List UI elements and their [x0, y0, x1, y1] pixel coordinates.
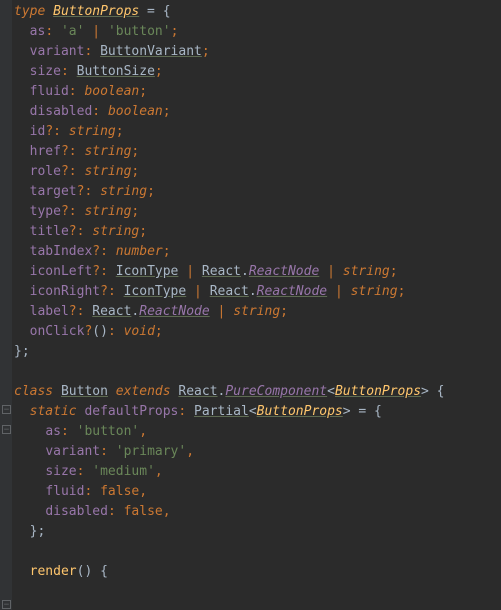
method-name: render — [30, 564, 77, 579]
code-line: variant: 'primary', — [14, 442, 501, 462]
primitive-type: boolean — [108, 104, 163, 119]
code-line: label?: React.ReactNode | string; — [14, 302, 501, 322]
property-name: type — [30, 204, 61, 219]
property-name: role — [30, 164, 61, 179]
code-line: title?: string; — [14, 222, 501, 242]
class-ref: PureComponent — [225, 384, 327, 399]
primitive-type: string — [343, 264, 390, 279]
primitive-type: void — [124, 324, 155, 339]
fold-icon[interactable]: − — [2, 405, 11, 414]
type-ref: IconType — [116, 264, 179, 279]
string-literal: 'a' — [61, 24, 84, 39]
property-name: title — [30, 224, 69, 239]
property-name: label — [30, 304, 69, 319]
primitive-type: string — [351, 284, 398, 299]
code-line: iconLeft?: IconType | React.ReactNode | … — [14, 262, 501, 282]
code-line: static defaultProps: Partial<ButtonProps… — [14, 402, 501, 422]
property-name: disabled — [30, 104, 93, 119]
code-line: role?: string; — [14, 162, 501, 182]
keyword: type — [14, 4, 53, 19]
string-literal: 'button' — [108, 24, 171, 39]
code-line: type ButtonProps = { — [14, 2, 501, 22]
code-line: disabled: boolean; — [14, 102, 501, 122]
property-name: fluid — [45, 484, 84, 499]
primitive-type: boolean — [84, 84, 139, 99]
keyword: class — [14, 384, 61, 399]
code-line: iconRight?: IconType | React.ReactNode |… — [14, 282, 501, 302]
code-editor-content[interactable]: type ButtonProps = { as: 'a' | 'button';… — [14, 2, 501, 582]
namespace-ref: React — [210, 284, 249, 299]
primitive-type: string — [100, 184, 147, 199]
namespace-ref: React — [178, 384, 217, 399]
property-name: iconRight — [30, 284, 100, 299]
primitive-type: string — [92, 224, 139, 239]
code-line: id?: string; — [14, 122, 501, 142]
code-line: size: ButtonSize; — [14, 62, 501, 82]
string-literal: 'button' — [77, 424, 140, 439]
primitive-type: string — [233, 304, 280, 319]
keyword: static — [30, 404, 85, 419]
code-line: size: 'medium', — [14, 462, 501, 482]
keyword: extends — [116, 384, 179, 399]
code-line: render() { — [14, 562, 501, 582]
primitive-type: string — [84, 204, 131, 219]
code-line: class Button extends React.PureComponent… — [14, 382, 501, 402]
property-name: as — [30, 24, 46, 39]
property-name: size — [45, 464, 76, 479]
code-line: fluid: false, — [14, 482, 501, 502]
fold-icon[interactable]: − — [2, 425, 11, 434]
property-name: target — [30, 184, 77, 199]
code-line: variant: ButtonVariant; — [14, 42, 501, 62]
type-ref: IconType — [124, 284, 187, 299]
primitive-type: string — [69, 124, 116, 139]
string-literal: 'primary' — [116, 444, 186, 459]
boolean-literal: false — [124, 504, 163, 519]
type-ref: ReactNode — [257, 284, 327, 299]
primitive-type: number — [116, 244, 163, 259]
property-name: id — [30, 124, 46, 139]
property-name: onClick — [30, 324, 85, 339]
type-ref: ButtonSize — [77, 64, 155, 79]
class-name: Button — [61, 384, 108, 399]
type-ref: ButtonProps — [335, 384, 421, 399]
type-ref: Partial — [194, 404, 249, 419]
property-name: href — [30, 144, 61, 159]
code-line — [14, 362, 501, 382]
code-line: fluid: boolean; — [14, 82, 501, 102]
type-ref: ReactNode — [139, 304, 209, 319]
code-line: onClick?(): void; — [14, 322, 501, 342]
property-name: size — [30, 64, 61, 79]
editor-gutter: − − − — [0, 0, 12, 610]
namespace-ref: React — [202, 264, 241, 279]
type-ref: ReactNode — [249, 264, 319, 279]
type-ref: ButtonProps — [257, 404, 343, 419]
property-name: as — [45, 424, 61, 439]
type-ref: ButtonVariant — [100, 44, 202, 59]
code-line: target?: string; — [14, 182, 501, 202]
property-name: defaultProps — [84, 404, 178, 419]
string-literal: 'medium' — [92, 464, 155, 479]
code-line: as: 'a' | 'button'; — [14, 22, 501, 42]
code-line: href?: string; — [14, 142, 501, 162]
code-line: tabIndex?: number; — [14, 242, 501, 262]
property-name: disabled — [45, 504, 108, 519]
fold-icon[interactable]: − — [2, 600, 11, 609]
code-line: disabled: false, — [14, 502, 501, 522]
code-line: as: 'button', — [14, 422, 501, 442]
code-line: type?: string; — [14, 202, 501, 222]
code-line — [14, 542, 501, 562]
property-name: variant — [30, 44, 85, 59]
property-name: tabIndex — [30, 244, 93, 259]
property-name: fluid — [30, 84, 69, 99]
property-name: variant — [45, 444, 100, 459]
code-line: }; — [14, 522, 501, 542]
boolean-literal: false — [100, 484, 139, 499]
property-name: iconLeft — [30, 264, 93, 279]
type-name: ButtonProps — [53, 4, 139, 19]
primitive-type: string — [84, 164, 131, 179]
primitive-type: string — [84, 144, 131, 159]
namespace-ref: React — [92, 304, 131, 319]
code-line: }; — [14, 342, 501, 362]
